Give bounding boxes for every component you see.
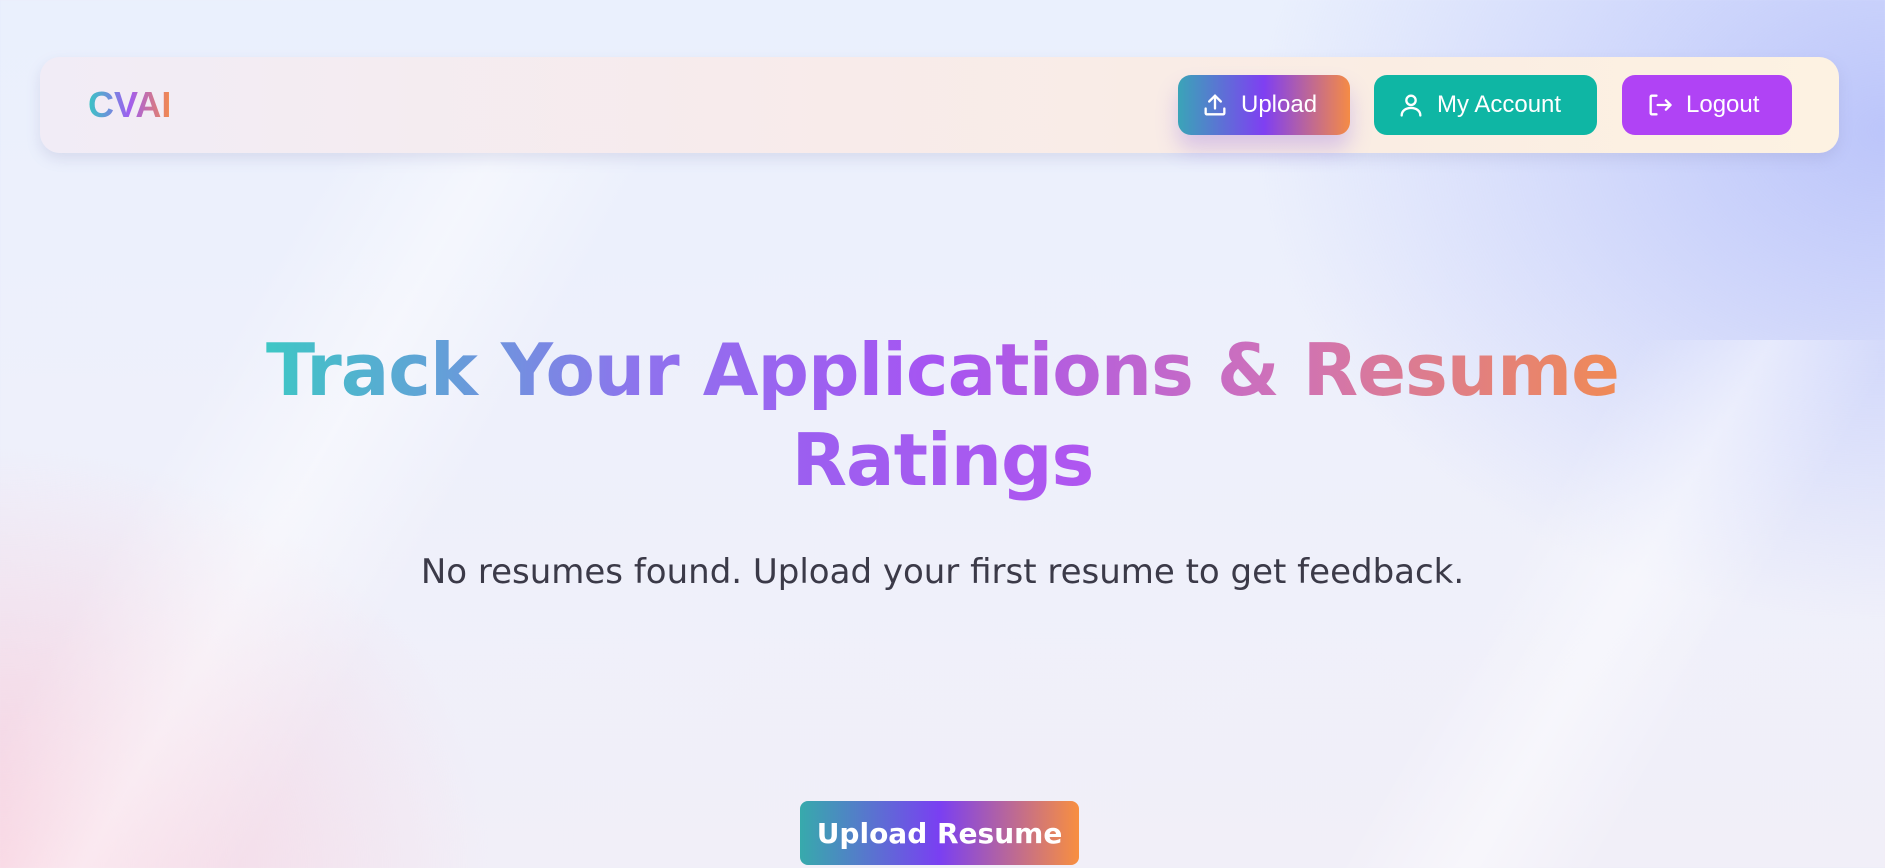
page-title: Track Your Applications & Resume Ratings	[0, 325, 1885, 505]
my-account-button-label: My Account	[1437, 91, 1562, 118]
upload-resume-button[interactable]: Upload Resume	[800, 801, 1079, 865]
page-title-line-2: Ratings	[792, 415, 1095, 505]
upload-button[interactable]: Upload	[1178, 75, 1350, 135]
my-account-button[interactable]: My Account	[1374, 75, 1597, 135]
upload-button-label: Upload	[1241, 91, 1318, 118]
brand-logo[interactable]: CVAI	[88, 85, 171, 125]
user-icon	[1397, 91, 1425, 119]
logout-button-label: Logout	[1686, 91, 1760, 118]
empty-state-message: No resumes found. Upload your first resu…	[420, 552, 1465, 592]
logout-button[interactable]: Logout	[1622, 75, 1792, 135]
top-navbar: CVAI Upload My Account Logout	[40, 57, 1839, 153]
upload-icon	[1201, 91, 1229, 119]
logout-icon	[1646, 91, 1674, 119]
page-title-line-1: Track Your Applications & Resume	[266, 325, 1620, 415]
